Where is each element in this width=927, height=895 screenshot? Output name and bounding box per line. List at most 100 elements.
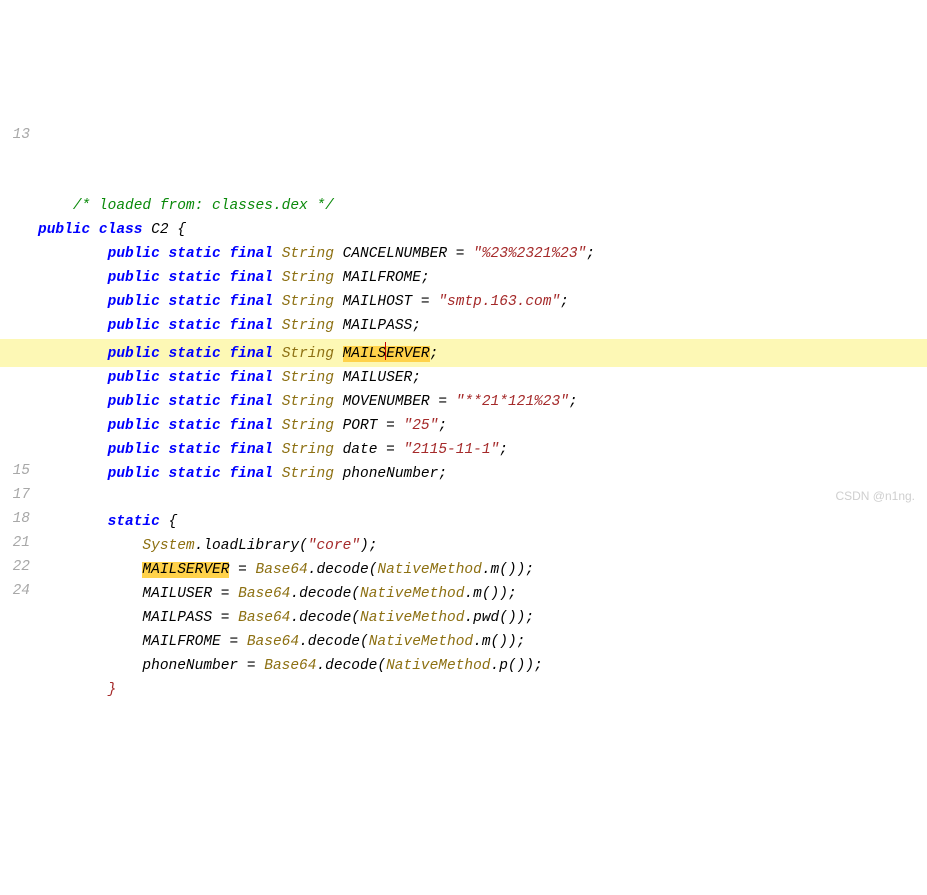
keyword: static <box>169 294 221 310</box>
keyword: public <box>108 394 160 410</box>
class-ref: Base64 <box>238 610 290 626</box>
line-number <box>0 412 30 436</box>
code-line-highlighted[interactable]: public static final String MAILSERVER; <box>0 339 927 367</box>
field-ref: phoneNumber <box>142 658 238 674</box>
code-line[interactable]: phoneNumber = Base64.decode(NativeMethod… <box>38 655 927 679</box>
code-line[interactable]: public static final String date = "2115-… <box>38 439 927 463</box>
string-literal: "**21*121%23" <box>456 394 569 410</box>
watermark: CSDN @n1ng. <box>835 487 915 507</box>
line-number: 13 <box>0 124 30 148</box>
line-number <box>0 292 30 316</box>
keyword: static <box>169 246 221 262</box>
code-line[interactable]: static { <box>38 511 927 535</box>
type: String <box>282 246 334 262</box>
keyword: static <box>169 370 221 386</box>
method-call: decode <box>325 658 377 674</box>
blank-line[interactable] <box>38 487 927 511</box>
field-name: phoneNumber <box>343 466 439 482</box>
code-area[interactable]: /* loaded from: classes.dex */ public cla… <box>38 195 927 703</box>
method-call: decode <box>308 634 360 650</box>
class-name: C2 <box>151 222 168 238</box>
class-ref: NativeMethod <box>377 562 481 578</box>
keyword: final <box>229 270 273 286</box>
code-line[interactable]: } <box>38 679 927 703</box>
keyword: public <box>108 318 160 334</box>
keyword: static <box>169 442 221 458</box>
method-call: pwd <box>473 610 499 626</box>
field-name: MAILFROME <box>343 270 421 286</box>
field-name: MAILHOST <box>343 294 413 310</box>
keyword: final <box>229 442 273 458</box>
comment-text: /* loaded from: classes.dex */ <box>73 198 334 214</box>
method-call: decode <box>299 586 351 602</box>
line-number <box>0 244 30 268</box>
keyword: static <box>169 318 221 334</box>
line-number <box>0 196 30 220</box>
line-number <box>0 316 30 340</box>
line-number <box>0 172 30 196</box>
code-line[interactable]: public static final String MOVENUMBER = … <box>38 391 927 415</box>
search-highlight: MAILSERVER <box>142 562 229 578</box>
method-call: m <box>482 634 491 650</box>
keyword: public <box>108 270 160 286</box>
type: String <box>282 370 334 386</box>
keyword: public <box>108 246 160 262</box>
keyword: static <box>169 270 221 286</box>
field-name: PORT <box>343 418 378 434</box>
method-call: decode <box>316 562 368 578</box>
line-number: 17 <box>0 484 30 508</box>
keyword: static <box>169 346 221 362</box>
keyword: static <box>169 466 221 482</box>
type: String <box>282 294 334 310</box>
type: String <box>282 442 334 458</box>
class-ref: System <box>142 538 194 554</box>
code-line[interactable]: MAILUSER = Base64.decode(NativeMethod.m(… <box>38 583 927 607</box>
type: String <box>282 346 334 362</box>
text-caret <box>385 342 386 360</box>
keyword: public <box>38 222 90 238</box>
line-number <box>0 100 30 124</box>
field-ref: MAILFROME <box>142 634 220 650</box>
code-line[interactable]: public static final String MAILFROME; <box>38 267 927 291</box>
code-line[interactable]: MAILFROME = Base64.decode(NativeMethod.m… <box>38 631 927 655</box>
code-line[interactable]: public static final String MAILHOST = "s… <box>38 291 927 315</box>
keyword: final <box>229 418 273 434</box>
method-call: p <box>499 658 508 674</box>
code-line[interactable]: public static final String PORT = "25"; <box>38 415 927 439</box>
method-call: loadLibrary <box>203 538 299 554</box>
keyword: final <box>229 466 273 482</box>
type: String <box>282 418 334 434</box>
line-number: 15 <box>0 460 30 484</box>
line-number: 21 <box>0 532 30 556</box>
code-line[interactable]: public static final String MAILPASS; <box>38 315 927 339</box>
class-ref: Base64 <box>264 658 316 674</box>
keyword: public <box>108 370 160 386</box>
code-line[interactable]: public static final String phoneNumber; <box>38 463 927 487</box>
string-literal: "%23%2321%23" <box>473 246 586 262</box>
line-number: 18 <box>0 508 30 532</box>
keyword: public <box>108 346 160 362</box>
code-line[interactable]: /* loaded from: classes.dex */ <box>38 195 927 219</box>
field-name: CANCELNUMBER <box>343 246 447 262</box>
type: String <box>282 466 334 482</box>
code-editor[interactable]: 13151718212224 /* loaded from: classes.d… <box>0 96 927 728</box>
search-highlight: MAILS <box>343 346 387 362</box>
keyword: final <box>229 318 273 334</box>
field-name: MAILPASS <box>343 318 413 334</box>
class-ref: NativeMethod <box>386 658 490 674</box>
line-number <box>0 604 30 628</box>
keyword: public <box>108 418 160 434</box>
code-line[interactable]: MAILPASS = Base64.decode(NativeMethod.pw… <box>38 607 927 631</box>
code-line[interactable]: public static final String MAILUSER; <box>38 367 927 391</box>
keyword: final <box>229 346 273 362</box>
field-ref: MAILUSER <box>142 586 212 602</box>
code-line[interactable]: public class C2 { <box>38 219 927 243</box>
code-line[interactable]: MAILSERVER = Base64.decode(NativeMethod.… <box>38 559 927 583</box>
keyword: static <box>108 514 160 530</box>
keyword: public <box>108 294 160 310</box>
keyword: class <box>99 222 143 238</box>
line-number <box>0 388 30 412</box>
code-line[interactable]: public static final String CANCELNUMBER … <box>38 243 927 267</box>
code-line[interactable]: System.loadLibrary("core"); <box>38 535 927 559</box>
method-call: m <box>491 562 500 578</box>
